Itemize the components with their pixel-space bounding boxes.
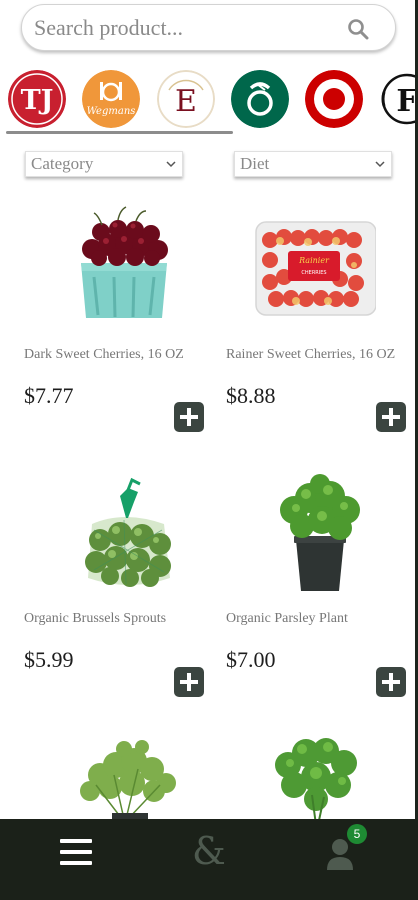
store-logo-trader-joes[interactable]: TJ <box>8 70 66 128</box>
add-to-cart-button[interactable] <box>376 402 406 432</box>
product-image-rainer-cherries[interactable]: Rainier CHERRIES <box>206 205 406 330</box>
search-input[interactable] <box>34 13 334 43</box>
product-price: $5.99 <box>24 647 74 672</box>
brand-logo[interactable]: & <box>192 829 226 873</box>
bottom-nav: & 5 <box>0 819 418 900</box>
product-price: $7.77 <box>24 383 74 408</box>
store-logo-eataly[interactable]: E <box>157 70 215 128</box>
menu-icon[interactable] <box>60 839 92 865</box>
svg-text:CHERRIES: CHERRIES <box>301 270 326 276</box>
store-logo-fairway[interactable]: F <box>378 70 415 128</box>
store-logo-target[interactable] <box>305 70 363 128</box>
add-to-cart-button[interactable] <box>174 402 204 432</box>
svg-text:Wegmans: Wegmans <box>87 106 136 117</box>
product-card[interactable] <box>226 735 418 819</box>
store-logo-wegmans[interactable]: Wegmans <box>82 70 140 128</box>
svg-text:Rainier: Rainier <box>298 256 330 265</box>
product-price: $7.00 <box>226 647 276 672</box>
add-to-cart-button[interactable] <box>376 667 406 697</box>
category-select[interactable]: Category <box>25 151 183 177</box>
store-logo-whole-foods[interactable] <box>231 70 289 128</box>
product-image-herb-plant[interactable] <box>24 735 224 819</box>
svg-text:TJ: TJ <box>21 85 54 116</box>
store-selector-underline <box>6 131 233 134</box>
add-to-cart-button[interactable] <box>174 667 204 697</box>
chevron-down-icon <box>166 161 176 168</box>
product-card[interactable]: Dark Sweet Cherries, 16 OZ $7.77 <box>24 205 224 435</box>
product-image-cilantro[interactable] <box>226 735 406 819</box>
diet-select[interactable]: Diet <box>234 151 392 177</box>
product-name[interactable]: Rainer Sweet Cherries, 16 OZ <box>226 347 395 363</box>
chevron-down-icon <box>375 161 385 168</box>
diet-select-label: Diet <box>240 154 270 173</box>
product-price: $8.88 <box>226 383 276 408</box>
product-card[interactable]: Organic Brussels Sprouts $5.99 <box>24 470 224 700</box>
store-selector: TJ Wegmans E F <box>0 66 415 136</box>
svg-text:F: F <box>396 84 415 119</box>
product-image-brussels-sprouts[interactable] <box>24 470 224 595</box>
product-image-parsley-plant[interactable] <box>206 470 406 595</box>
svg-text:E: E <box>175 84 197 119</box>
product-image-dark-cherries[interactable] <box>24 205 224 330</box>
category-select-label: Category <box>31 154 94 173</box>
search-bar[interactable] <box>21 4 396 51</box>
product-card[interactable] <box>24 735 224 819</box>
search-icon[interactable] <box>347 18 369 40</box>
product-name[interactable]: Dark Sweet Cherries, 16 OZ <box>24 347 184 363</box>
product-card[interactable]: Organic Parsley Plant $7.00 <box>226 470 418 700</box>
product-card[interactable]: Rainier CHERRIES Rainer Sweet Cherries, … <box>226 205 418 435</box>
cart-count-badge: 5 <box>347 824 367 844</box>
product-name[interactable]: Organic Parsley Plant <box>226 611 348 627</box>
product-name[interactable]: Organic Brussels Sprouts <box>24 611 166 627</box>
